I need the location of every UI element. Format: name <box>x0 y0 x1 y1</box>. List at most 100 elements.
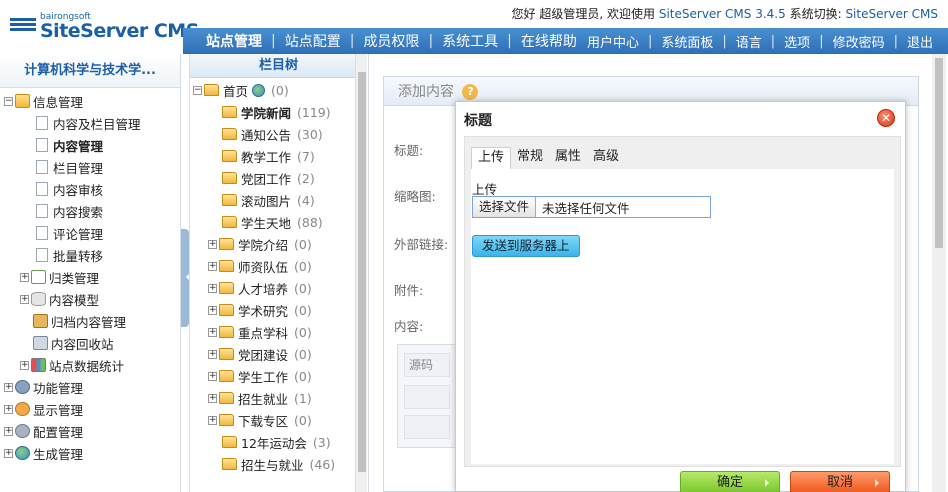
channel-item[interactable]: + 党团建设 (0) <box>190 343 354 365</box>
tab-properties[interactable]: 属性 <box>549 147 587 169</box>
expand-icon[interactable]: + <box>208 239 217 249</box>
dialog-body: 上传 常规 属性 高级 上传 选择文件 未选择任何文件 发送到服务器上 <box>464 136 901 467</box>
channel-item[interactable]: 通知公告 (30) <box>190 123 354 145</box>
channel-item[interactable]: 12年运动会 (3) <box>190 431 354 453</box>
nav-logout[interactable]: 退出 <box>898 32 942 51</box>
sidebar-item-channel-manage[interactable]: 栏目管理 <box>0 156 180 178</box>
choose-file-button[interactable]: 选择文件 <box>473 197 537 217</box>
scrollbar-thumb[interactable] <box>935 58 943 248</box>
channel-label: 人才培养 <box>238 281 289 297</box>
help-icon[interactable]: ? <box>462 84 479 100</box>
sidebar-item-label: 内容及栏目管理 <box>53 116 141 132</box>
scrollbar-thumb[interactable] <box>358 72 366 472</box>
editor-source-button[interactable]: 源码 <box>404 353 450 377</box>
sidebar-item-content-manage[interactable]: 内容管理 <box>0 134 180 156</box>
expand-icon[interactable]: + <box>4 382 13 392</box>
expand-icon[interactable]: + <box>4 426 13 436</box>
sidebar-item-comment-manage[interactable]: 评论管理 <box>0 222 180 244</box>
folder-icon <box>219 370 234 382</box>
sidebar-item-archive[interactable]: 归档内容管理 <box>0 310 180 332</box>
collapse-icon[interactable]: − <box>4 96 13 106</box>
channel-item[interactable]: 学生天地 (88) <box>190 211 354 233</box>
channel-item[interactable]: + 下载专区 (0) <box>190 409 354 431</box>
sidebar-item-content-model[interactable]: + 内容模型 <box>0 288 180 310</box>
channel-item[interactable]: + 师资队伍 (0) <box>190 255 354 277</box>
sidebar-item-info-manage[interactable]: − 信息管理 <box>0 90 180 112</box>
sidebar-collapse-handle[interactable] <box>181 229 190 327</box>
tab-general[interactable]: 常规 <box>511 147 549 169</box>
expand-icon[interactable]: + <box>208 261 217 271</box>
sidebar-item-category-manage[interactable]: + 归类管理 <box>0 266 180 288</box>
nav-language[interactable]: 语言 <box>727 32 771 51</box>
channel-item[interactable]: + 招生就业 (1) <box>190 387 354 409</box>
expand-icon[interactable]: + <box>4 448 13 458</box>
channel-item[interactable]: + 学生工作 (0) <box>190 365 354 387</box>
nav-member-perm[interactable]: 成员权限 <box>354 31 428 51</box>
channel-count: (0) <box>294 280 312 296</box>
editor-image-tools[interactable] <box>404 415 450 439</box>
sidebar-item-recycle-bin[interactable]: 内容回收站 <box>0 332 180 354</box>
sidebar-item-site-stats[interactable]: + 站点数据统计 <box>0 354 180 376</box>
nav-system-panel[interactable]: 系统面板 <box>652 32 722 51</box>
document-icon <box>36 160 48 174</box>
logo-product: SiteServer CMS <box>40 20 199 42</box>
sidebar-item-config-manage[interactable]: + 配置管理 <box>0 420 180 442</box>
channel-tree-scrollbar[interactable] <box>355 54 367 492</box>
channel-item[interactable]: 招生与就业 (46) <box>190 453 354 475</box>
send-to-server-button[interactable]: 发送到服务器上 <box>472 235 580 257</box>
channel-item[interactable]: 滚动图片 (4) <box>190 189 354 211</box>
expand-icon[interactable]: + <box>208 371 217 381</box>
main-scrollbar[interactable] <box>932 54 946 492</box>
close-icon[interactable]: ✕ <box>877 109 895 127</box>
nav-site-config[interactable]: 站点配置 <box>276 31 350 51</box>
folder-icon <box>222 216 237 228</box>
tab-upload[interactable]: 上传 <box>471 147 512 169</box>
channel-root[interactable]: − 首页 (0) <box>190 79 354 101</box>
channel-item[interactable]: + 重点学科 (0) <box>190 321 354 343</box>
sidebar-item-label: 内容审核 <box>53 182 104 198</box>
expand-icon[interactable]: + <box>208 349 217 359</box>
file-input[interactable]: 选择文件 未选择任何文件 <box>472 196 711 218</box>
channel-item[interactable]: + 学院介绍 (0) <box>190 233 354 255</box>
nav-site-manage[interactable]: 站点管理 <box>197 31 271 51</box>
channel-item[interactable]: 党团工作 (2) <box>190 167 354 189</box>
channel-label: 教学工作 <box>241 149 292 165</box>
expand-icon[interactable]: + <box>208 283 217 293</box>
file-status: 未选择任何文件 <box>542 200 630 216</box>
sidebar-item-content-channel[interactable]: 内容及栏目管理 <box>0 112 180 134</box>
expand-icon[interactable]: + <box>208 415 217 425</box>
nav-online-help[interactable]: 在线帮助 <box>512 31 586 51</box>
expand-icon[interactable]: + <box>208 327 217 337</box>
channel-label: 党团工作 <box>241 171 292 187</box>
sidebar-item-content-review[interactable]: 内容审核 <box>0 178 180 200</box>
site-title[interactable]: 计算机科学与技术学... <box>0 54 180 88</box>
sidebar-item-content-search[interactable]: 内容搜索 <box>0 200 180 222</box>
sidebar-item-batch-transfer[interactable]: 批量转移 <box>0 244 180 266</box>
nav-system-tools[interactable]: 系统工具 <box>433 31 507 51</box>
cancel-button[interactable]: 取消 <box>790 471 890 492</box>
expand-icon[interactable]: + <box>20 294 29 304</box>
expand-icon[interactable]: + <box>20 272 29 282</box>
ok-button[interactable]: 确定 <box>680 471 780 492</box>
editor-undo-redo[interactable] <box>404 385 450 409</box>
version-link[interactable]: SiteServer CMS 3.4.5 <box>659 7 786 21</box>
expand-icon[interactable]: + <box>4 404 13 414</box>
sidebar-item-function-manage[interactable]: + 功能管理 <box>0 376 180 398</box>
collapse-icon[interactable]: − <box>193 85 202 95</box>
nav-options[interactable]: 选项 <box>775 32 819 51</box>
expand-icon[interactable]: + <box>208 305 217 315</box>
sidebar-item-generate-manage[interactable]: + 生成管理 <box>0 442 180 464</box>
expand-icon[interactable]: + <box>208 393 217 403</box>
channel-item[interactable]: + 人才培养 (0) <box>190 277 354 299</box>
system-switch-link[interactable]: SiteServer CMS <box>845 7 938 21</box>
nav-user-center[interactable]: 用户中心 <box>578 32 648 51</box>
dialog-tabs: 上传 常规 属性 高级 <box>471 147 625 169</box>
tab-advanced[interactable]: 高级 <box>587 147 625 169</box>
nav-change-password[interactable]: 修改密码 <box>824 32 894 51</box>
channel-item[interactable]: + 学术研究 (0) <box>190 299 354 321</box>
expand-icon[interactable]: + <box>20 360 29 370</box>
sidebar-item-display-manage[interactable]: + 显示管理 <box>0 398 180 420</box>
channel-item[interactable]: 学院新闻 (119) <box>190 101 354 123</box>
sidebar-item-label: 配置管理 <box>33 424 84 440</box>
channel-item[interactable]: 教学工作 (7) <box>190 145 354 167</box>
